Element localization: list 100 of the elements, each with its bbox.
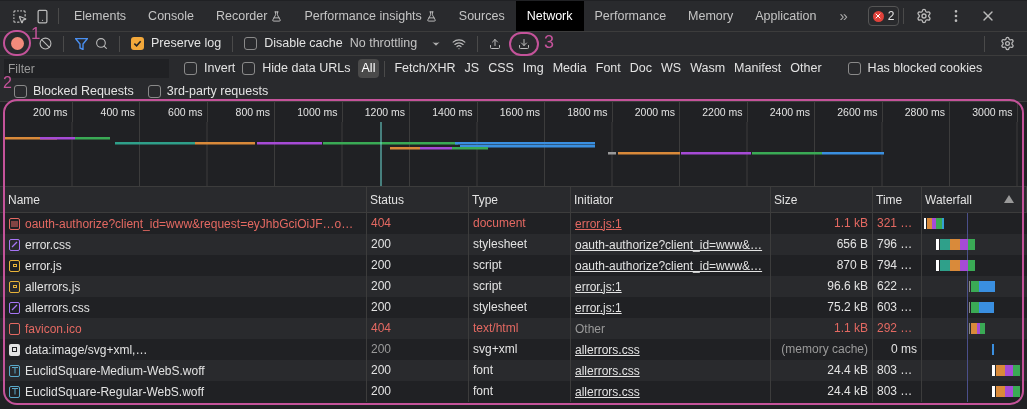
type-filter[interactable]: WS xyxy=(657,59,686,78)
stylesheet-icon xyxy=(9,301,20,314)
tab[interactable]: Network xyxy=(515,1,584,31)
device-icon[interactable] xyxy=(35,8,50,24)
more-tabs-button[interactable]: » xyxy=(827,4,860,28)
request-name[interactable]: favicon.ico xyxy=(25,319,82,338)
tab[interactable]: Performance xyxy=(583,1,678,31)
time-tick: 2200 ms xyxy=(680,102,748,122)
tab[interactable]: Memory xyxy=(677,1,745,31)
column-header[interactable]: Waterfall xyxy=(922,187,1027,212)
column-header[interactable]: Time xyxy=(873,187,922,212)
checkbox[interactable] xyxy=(147,84,161,98)
tab[interactable]: Performance insights xyxy=(293,1,448,31)
checkbox-label: Preserve log xyxy=(151,35,222,53)
time-cell: 803 … xyxy=(873,381,922,402)
waterfall-bar xyxy=(992,365,1020,376)
tab[interactable]: Sources xyxy=(447,1,516,31)
checkbox[interactable] xyxy=(244,37,258,50)
waterfall-bar xyxy=(969,302,994,313)
request-name[interactable]: oauth-authorize?client_id=www&request=eyJhbGciOiJF…o… xyxy=(25,214,354,233)
column-header[interactable]: Initiator xyxy=(571,187,771,212)
checkbox[interactable] xyxy=(131,37,144,50)
clear-icon[interactable] xyxy=(39,37,52,50)
sort-icon[interactable] xyxy=(1004,195,1014,203)
column-header[interactable]: Status xyxy=(367,187,469,212)
column-header[interactable]: Size xyxy=(771,187,873,212)
request-name[interactable]: EuclidSquare-Medium-WebS.woff xyxy=(25,361,205,380)
document-icon xyxy=(9,217,20,230)
type-filter[interactable]: Other xyxy=(786,59,826,78)
type-filter[interactable]: Manifest xyxy=(730,59,786,78)
initiator-link[interactable]: allerrors.css xyxy=(575,340,640,359)
request-name[interactable]: error.css xyxy=(25,235,71,254)
script-icon xyxy=(9,259,20,272)
initiator-link[interactable]: allerrors.css xyxy=(575,361,640,380)
annotation-number: 2 xyxy=(3,75,12,91)
tab[interactable]: Elements xyxy=(63,1,138,31)
tab[interactable]: Recorder xyxy=(205,1,294,31)
type-filter[interactable]: Media xyxy=(548,59,591,78)
type-filter[interactable]: Img xyxy=(518,59,548,78)
checkbox[interactable] xyxy=(184,62,197,75)
checkbox[interactable] xyxy=(14,84,27,98)
time-tick: 400 ms xyxy=(72,102,140,122)
time-tick: 1200 ms xyxy=(342,102,410,122)
checkbox[interactable] xyxy=(847,62,861,75)
error-icon xyxy=(872,10,884,22)
initiator-link[interactable]: error.js:1 xyxy=(575,214,622,233)
checkbox[interactable] xyxy=(242,62,256,75)
record-button[interactable] xyxy=(11,37,24,50)
tab[interactable]: Application xyxy=(744,1,828,31)
request-name[interactable]: allerrors.css xyxy=(25,298,90,317)
type-filter[interactable]: Doc xyxy=(625,59,656,78)
request-name[interactable]: EuclidSquare-Regular-WebS.woff xyxy=(25,382,204,401)
font-icon xyxy=(9,385,20,398)
error-badge[interactable]: 2 xyxy=(867,6,900,26)
size-cell: 24.4 kB xyxy=(771,381,873,402)
type-filter[interactable]: All xyxy=(357,59,380,78)
settings-icon[interactable] xyxy=(916,8,933,24)
request-name[interactable]: error.js xyxy=(25,256,62,275)
image-icon xyxy=(9,343,20,356)
time-tick: 1800 ms xyxy=(545,102,613,122)
time-tick: 600 ms xyxy=(140,102,208,122)
upload-icon[interactable] xyxy=(489,37,502,50)
filter-icon[interactable] xyxy=(75,37,88,50)
checkbox-label: Has blocked cookies xyxy=(867,60,983,78)
download-icon[interactable] xyxy=(518,37,531,50)
request-name[interactable]: allerrors.js xyxy=(25,277,81,296)
time-tick: 2800 ms xyxy=(882,102,950,122)
time-tick: 1400 ms xyxy=(410,102,478,122)
waterfall-bar xyxy=(936,239,975,250)
annotation-number: 3 xyxy=(544,31,555,52)
annotation-number: 1 xyxy=(31,25,41,42)
settings-icon[interactable] xyxy=(1000,36,1015,51)
script-icon xyxy=(9,280,20,293)
tab[interactable]: Console xyxy=(137,1,205,31)
initiator-link[interactable]: error.js:1 xyxy=(575,298,622,317)
stylesheet-icon xyxy=(9,238,20,251)
inspect-icon[interactable] xyxy=(12,8,27,24)
column-header[interactable]: Type xyxy=(469,187,571,212)
initiator-link[interactable]: oauth-authorize?client_id=www&… xyxy=(575,235,763,254)
initiator-link[interactable]: allerrors.css xyxy=(575,382,640,401)
status-cell: 200 xyxy=(367,381,469,402)
checkbox-label: Hide data URLs xyxy=(262,60,351,78)
column-header[interactable]: Name xyxy=(5,187,367,212)
initiator-link[interactable]: oauth-authorize?client_id=www&… xyxy=(575,256,763,275)
time-tick: 1000 ms xyxy=(275,102,343,122)
type-filter[interactable]: CSS xyxy=(484,59,518,78)
font-icon xyxy=(9,364,20,377)
type-filter[interactable]: JS xyxy=(460,59,484,78)
waterfall-bar xyxy=(969,323,985,334)
checkbox-label: Blocked Requests xyxy=(33,82,134,100)
network-settings-icon[interactable] xyxy=(452,36,467,51)
type-filter[interactable]: Font xyxy=(591,59,625,78)
request-name[interactable]: data:image/svg+xml,… xyxy=(25,340,148,359)
time-tick: 3000 ms xyxy=(950,102,1018,122)
initiator-link[interactable]: error.js:1 xyxy=(575,277,622,296)
throttling-select[interactable]: No throttling xyxy=(349,34,442,53)
type-filter[interactable]: Fetch/XHR xyxy=(390,59,460,78)
type-filter[interactable]: Wasm xyxy=(686,59,730,78)
search-icon[interactable] xyxy=(95,37,108,50)
time-tick: 1600 ms xyxy=(477,102,545,122)
